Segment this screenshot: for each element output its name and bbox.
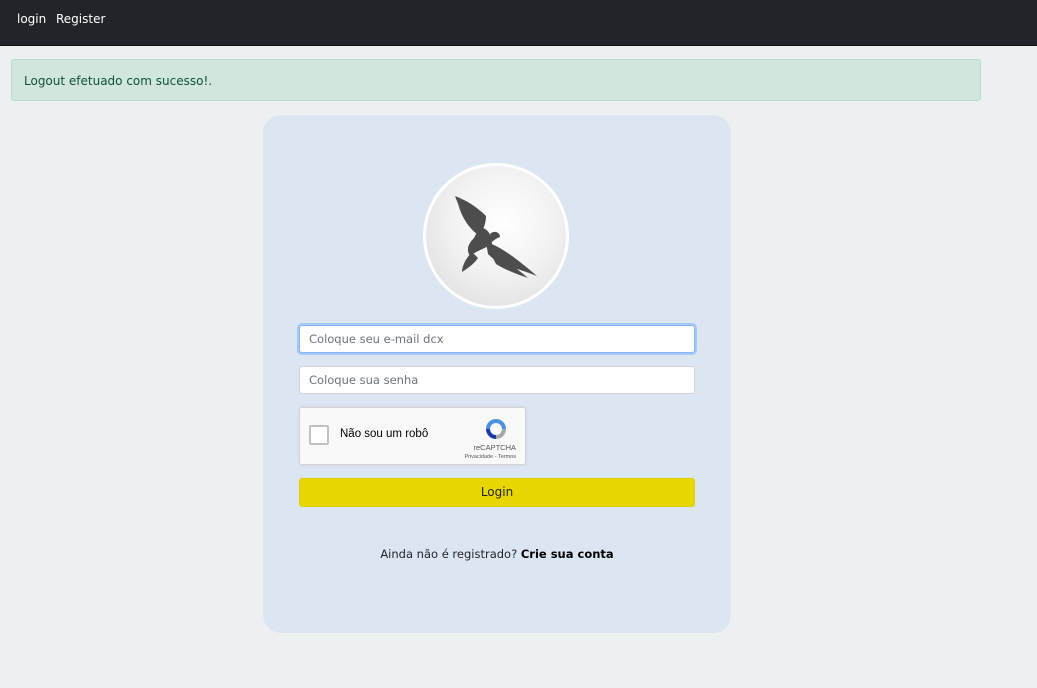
recaptcha-widget: Não sou um robô reCAPTCHA Privacidade - … [299, 407, 526, 465]
create-account-link[interactable]: Crie sua conta [521, 547, 614, 561]
register-prompt-text: Ainda não é registrado? [380, 547, 518, 561]
recaptcha-label: Não sou um robô [340, 428, 429, 440]
logo-avatar [423, 163, 569, 309]
nav-login-link[interactable]: login [17, 12, 46, 26]
password-input[interactable] [299, 366, 695, 394]
nav-register-link[interactable]: Register [56, 12, 105, 26]
top-navbar: login Register [0, 0, 1037, 46]
logout-success-alert: Logout efetuado com sucesso!. [11, 59, 981, 101]
register-prompt-line: Ainda não é registrado? Crie sua conta [263, 547, 731, 561]
email-input[interactable] [299, 325, 695, 353]
recaptcha-privacy-terms-links[interactable]: Privacidade - Termos [464, 454, 516, 460]
recaptcha-checkbox[interactable] [309, 425, 329, 445]
recaptcha-brand: reCAPTCHA [473, 443, 516, 452]
login-button[interactable]: Login [299, 478, 695, 507]
login-card: Não sou um robô reCAPTCHA Privacidade - … [263, 115, 731, 633]
recaptcha-logo-icon [486, 419, 506, 439]
bird-icon [455, 196, 537, 278]
